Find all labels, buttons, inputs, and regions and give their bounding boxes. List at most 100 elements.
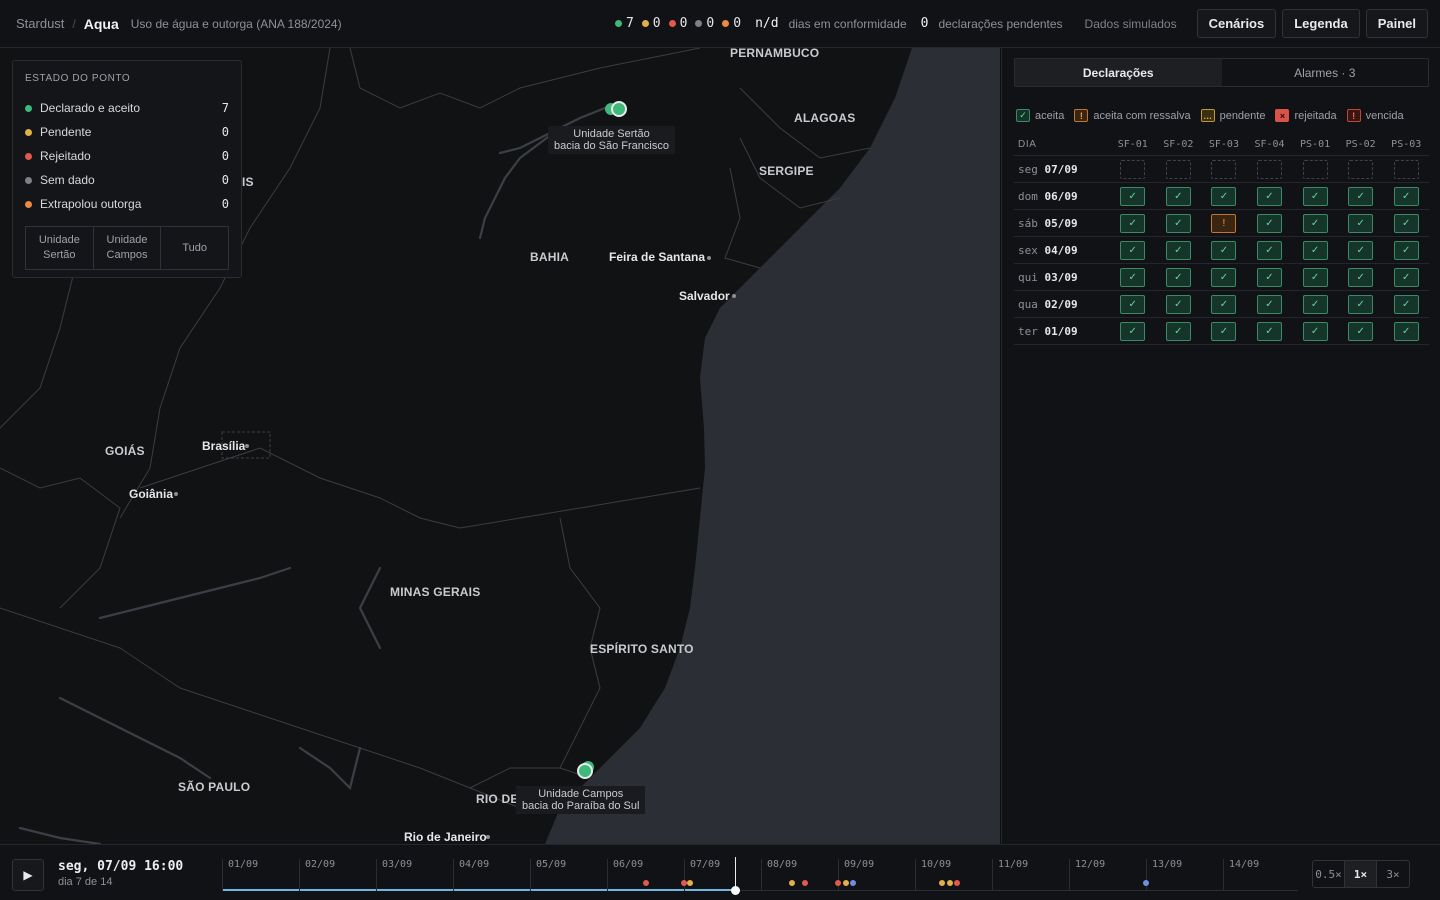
filter-sertao-button[interactable]: Unidade Sertão (26, 227, 94, 269)
accepted-check-icon[interactable]: ✓ (1302, 321, 1328, 341)
accepted-check-icon[interactable]: ✓ (1393, 321, 1419, 341)
accepted-check-icon[interactable]: ✓ (1165, 294, 1191, 314)
exceeded-dot-icon (722, 20, 730, 27)
goiania-dot (174, 492, 178, 496)
accepted-check-icon[interactable]: ✓ (1256, 240, 1282, 260)
empty-declaration-cell[interactable] (1348, 159, 1374, 179)
caveat-warning-icon[interactable]: ! (1211, 213, 1237, 233)
brand[interactable]: Stardust (16, 16, 64, 31)
count-pending: 0 (641, 16, 661, 31)
accepted-check-icon[interactable]: ✓ (1256, 213, 1282, 233)
accepted-check-icon[interactable]: ✓ (1302, 186, 1328, 206)
accepted-check-icon[interactable]: ✓ (1211, 240, 1237, 260)
accepted-check-icon[interactable]: ✓ (1348, 186, 1374, 206)
accepted-check-icon[interactable]: ✓ (1256, 186, 1282, 206)
timeline-event-marker[interactable] (954, 880, 961, 886)
timeline-day-tick[interactable]: 07/09 (684, 859, 720, 891)
speed-0-5x-button[interactable]: 0.5× (1313, 861, 1345, 887)
accepted-check-icon[interactable]: ✓ (1302, 267, 1328, 287)
timeline-day-tick[interactable]: 01/09 (222, 859, 258, 891)
accepted-check-icon[interactable]: ✓ (1348, 267, 1374, 287)
empty-declaration-cell[interactable] (1393, 159, 1419, 179)
speed-1x-button[interactable]: 1× (1345, 861, 1377, 887)
accepted-check-icon[interactable]: ✓ (1165, 321, 1191, 341)
timeline-day-tick[interactable]: 03/09 (376, 859, 412, 891)
accepted-check-icon[interactable]: ✓ (1348, 321, 1374, 341)
accepted-check-icon[interactable]: ✓ (1165, 213, 1191, 233)
status-dot-icon (25, 128, 32, 136)
accepted-check-icon[interactable]: ✓ (1393, 213, 1419, 233)
timeline-event-marker[interactable] (681, 880, 687, 886)
accepted-check-icon[interactable]: ✓ (1120, 213, 1146, 233)
accepted-check-icon[interactable]: ✓ (1165, 267, 1191, 287)
timeline-event-marker[interactable] (788, 880, 795, 886)
accepted-check-icon[interactable]: ✓ (1256, 267, 1282, 287)
accepted-check-icon[interactable]: ✓ (1302, 240, 1328, 260)
accepted-check-icon[interactable]: ✓ (1256, 321, 1282, 341)
accepted-check-icon[interactable]: ✓ (1120, 186, 1146, 206)
accepted-check-icon[interactable]: ✓ (1393, 267, 1419, 287)
accepted-check-icon[interactable]: ✓ (1256, 294, 1282, 314)
timeline-event-marker[interactable] (835, 880, 841, 886)
legend-button[interactable]: Legenda (1282, 9, 1360, 38)
timeline-day-tick[interactable]: 13/09 (1146, 859, 1182, 891)
timeline-event-marker[interactable] (801, 880, 808, 886)
accepted-check-icon[interactable]: ✓ (1302, 213, 1328, 233)
empty-declaration-cell[interactable] (1302, 159, 1328, 179)
accepted-check-icon[interactable]: ✓ (1211, 186, 1237, 206)
timeline-track[interactable]: 01/09 02/09 03/09 04/09 05/09 06/09 07/09 08/09… (222, 853, 1298, 897)
play-button[interactable]: ▶ (12, 859, 44, 891)
empty-declaration-cell[interactable] (1211, 159, 1237, 179)
filter-all-button[interactable]: Tudo (161, 227, 228, 269)
accepted-check-icon[interactable]: ✓ (1120, 240, 1146, 260)
day-cell: sex 04/09 (1018, 243, 1078, 257)
city-label-goiania: Goiânia (129, 487, 174, 501)
panel-button[interactable]: Painel (1365, 9, 1428, 38)
accepted-check-icon[interactable]: ✓ (1302, 294, 1328, 314)
filter-campos-button[interactable]: Unidade Campos (94, 227, 162, 269)
salvador-dot (732, 294, 736, 298)
scenarios-button[interactable]: Cenários (1196, 9, 1277, 38)
accepted-check-icon[interactable]: ✓ (1211, 321, 1237, 341)
accepted-check-icon[interactable]: ✓ (1165, 186, 1191, 206)
timeline-day-tick[interactable]: 02/09 (299, 859, 335, 891)
timeline-day-tick[interactable]: 04/09 (453, 859, 489, 891)
accepted-check-icon[interactable]: ✓ (1393, 294, 1419, 314)
timeline-handle[interactable] (731, 886, 741, 895)
empty-declaration-cell[interactable] (1120, 159, 1146, 179)
accepted-check-icon[interactable]: ✓ (1348, 213, 1374, 233)
tab-alarms[interactable]: Alarmes · 3 (1222, 59, 1429, 86)
declaration-row: qui 03/09 ✓ ✓ ✓ ✓ ✓ ✓ ✓ (1014, 264, 1429, 291)
timeline-day-tick[interactable]: 05/09 (530, 859, 566, 891)
accepted-check-icon[interactable]: ✓ (1348, 240, 1374, 260)
accepted-check-icon[interactable]: ✓ (1165, 240, 1191, 260)
timeline-event-marker[interactable] (842, 880, 849, 886)
timeline-day-tick[interactable]: 08/09 (761, 859, 797, 891)
empty-declaration-cell[interactable] (1256, 159, 1282, 179)
accepted-check-icon[interactable]: ✓ (1211, 294, 1237, 314)
timeline-event-marker[interactable] (938, 880, 945, 886)
accepted-check-icon[interactable]: ✓ (1211, 267, 1237, 287)
timeline-event-marker[interactable] (1143, 880, 1149, 886)
tab-declarations[interactable]: Declarações (1015, 59, 1222, 86)
unit-label-sertao[interactable]: Unidade Sertão bacia do São Francisco (548, 126, 675, 154)
accepted-check-icon[interactable]: ✓ (1393, 186, 1419, 206)
accepted-check-icon[interactable]: ✓ (1120, 294, 1146, 314)
timeline-day-tick[interactable]: 11/09 (992, 859, 1028, 891)
timeline-day-tick[interactable]: 09/09 (838, 859, 874, 891)
accepted-check-icon[interactable]: ✓ (1120, 321, 1146, 341)
timeline-day-tick[interactable]: 06/09 (607, 859, 643, 891)
timeline-event-marker[interactable] (946, 880, 953, 886)
timeline-event-marker[interactable] (642, 880, 649, 886)
accepted-check-icon[interactable]: ✓ (1120, 267, 1146, 287)
timeline-day-tick[interactable]: 10/09 (915, 859, 951, 891)
empty-declaration-cell[interactable] (1165, 159, 1191, 179)
accepted-check-icon[interactable]: ✓ (1348, 294, 1374, 314)
timeline-day-tick[interactable]: 12/09 (1069, 859, 1105, 891)
speed-3x-button[interactable]: 3× (1377, 861, 1409, 887)
timeline-day-tick[interactable]: 14/09 (1223, 859, 1259, 891)
accepted-check-icon[interactable]: ✓ (1393, 240, 1419, 260)
legend-item: Sem dado 0 (25, 168, 229, 192)
unit-label-campos[interactable]: Unidade Campos bacia do Paraíba do Sul (516, 786, 646, 814)
river-sp2 (58, 696, 212, 780)
